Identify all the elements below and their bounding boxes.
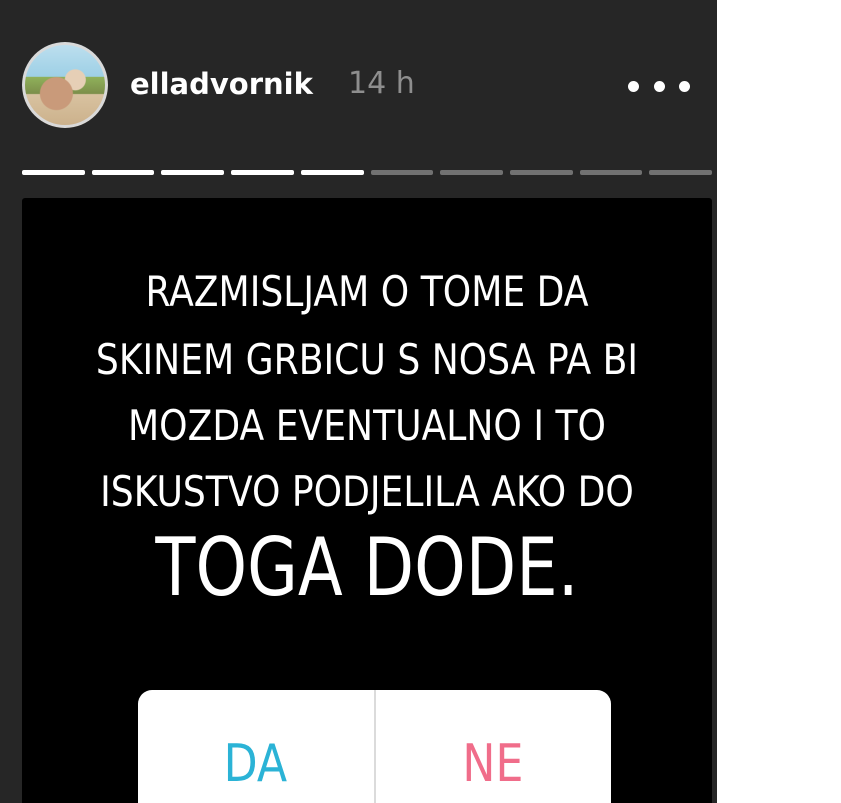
- story-progress-bar: [22, 170, 713, 178]
- story-timestamp: 14 h: [348, 66, 415, 101]
- poll-sticker: DA NE: [138, 690, 611, 803]
- story-progress-segment: [370, 170, 434, 175]
- more-options-button[interactable]: [628, 76, 690, 96]
- story-progress-segment: [300, 170, 364, 175]
- story-progress-segment: [579, 170, 643, 175]
- poll-option-no-label: NE: [462, 734, 524, 794]
- story-progress-segment: [231, 170, 294, 175]
- story-text-line: MOZDA EVENTUALNO I TO: [128, 401, 606, 450]
- story-text-line: RAZMISLJAM O TOME DA: [145, 267, 589, 316]
- more-options-icon: [628, 80, 639, 92]
- poll-option-no[interactable]: NE: [376, 690, 612, 803]
- story-text-line: TOGA DODE.: [155, 521, 579, 614]
- poll-option-yes[interactable]: DA: [138, 690, 376, 803]
- story-text-line: SKINEM GRBICU S NOSA PA BI: [95, 335, 639, 384]
- story-progress-segment: [440, 170, 503, 175]
- more-options-icon: [653, 80, 665, 92]
- story-progress-segment: [22, 170, 85, 175]
- story-progress-segment: [161, 170, 225, 175]
- story-text-line: ISKUSTVO PODJELILA AKO DO: [100, 467, 634, 516]
- story-progress-segment: [649, 170, 713, 175]
- story-viewer: elladvornik 14 h RAZMISLJAM O TOME DA SK…: [0, 0, 717, 803]
- story-progress-segment: [509, 170, 573, 175]
- poll-option-yes-label: DA: [223, 734, 288, 794]
- more-options-icon: [679, 80, 690, 92]
- avatar[interactable]: [22, 42, 108, 128]
- username-link[interactable]: elladvornik: [130, 66, 313, 102]
- story-media[interactable]: RAZMISLJAM O TOME DA SKINEM GRBICU S NOS…: [22, 198, 712, 803]
- story-progress-segment: [91, 170, 155, 175]
